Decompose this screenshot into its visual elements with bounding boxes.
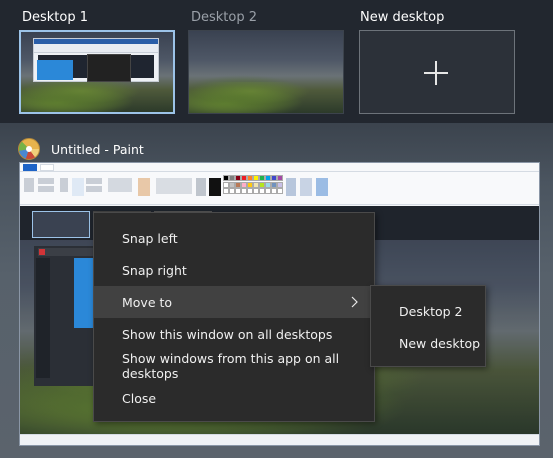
desktop-2-label: Desktop 2: [191, 10, 258, 25]
menu-item-label: Move to: [122, 294, 173, 310]
submenu-item-new-desktop[interactable]: New desktop: [371, 327, 485, 359]
window-context-menu: Snap left Snap right Move to Show this w…: [93, 212, 375, 422]
wallpaper: [189, 31, 343, 113]
window-title-bar[interactable]: Untitled - Paint: [18, 137, 144, 161]
menu-item-move-to[interactable]: Move to: [94, 286, 374, 318]
desktop-1-label: Desktop 1: [22, 10, 89, 25]
desktop-2-thumbnail[interactable]: [188, 30, 344, 114]
menu-item-label: Show this window on all desktops: [122, 326, 333, 342]
plus-icon: [424, 61, 448, 85]
menu-item-label: Snap right: [122, 262, 187, 278]
move-to-submenu: Desktop 2 New desktop: [370, 285, 486, 367]
mini-blue-panel: [37, 60, 73, 80]
menu-item-close[interactable]: Close: [94, 382, 374, 414]
submenu-item-label: New desktop: [399, 335, 481, 351]
menu-item-label: Close: [122, 390, 157, 406]
color-palette: [223, 175, 285, 195]
file-tab: [23, 164, 37, 171]
new-desktop-button[interactable]: [359, 30, 515, 114]
menu-item-label: Snap left: [122, 230, 178, 246]
new-desktop-label: New desktop: [360, 10, 445, 25]
ribbon-tabs: [20, 163, 539, 172]
paint-status-bar: [20, 434, 539, 445]
paint-icon: [18, 138, 40, 160]
menu-item-snap-left[interactable]: Snap left: [94, 222, 374, 254]
home-tab: [40, 164, 54, 171]
chevron-right-icon: [350, 296, 360, 308]
desktop-1-thumbnail[interactable]: [19, 30, 175, 114]
menu-item-label: Show windows from this app on all deskto…: [122, 351, 340, 381]
paint-ribbon: [20, 172, 539, 205]
virtual-desktops-bar: Desktop 1 Desktop 2 New desktop: [0, 0, 553, 123]
submenu-item-desktop-2[interactable]: Desktop 2: [371, 295, 485, 327]
menu-item-snap-right[interactable]: Snap right: [94, 254, 374, 286]
menu-item-show-window-all-desktops[interactable]: Show this window on all desktops: [94, 318, 374, 350]
menu-item-show-app-all-desktops[interactable]: Show windows from this app on all deskto…: [94, 350, 374, 382]
submenu-item-label: Desktop 2: [399, 303, 463, 319]
window-title: Untitled - Paint: [51, 141, 144, 157]
mini-dark-panel: [87, 54, 131, 82]
